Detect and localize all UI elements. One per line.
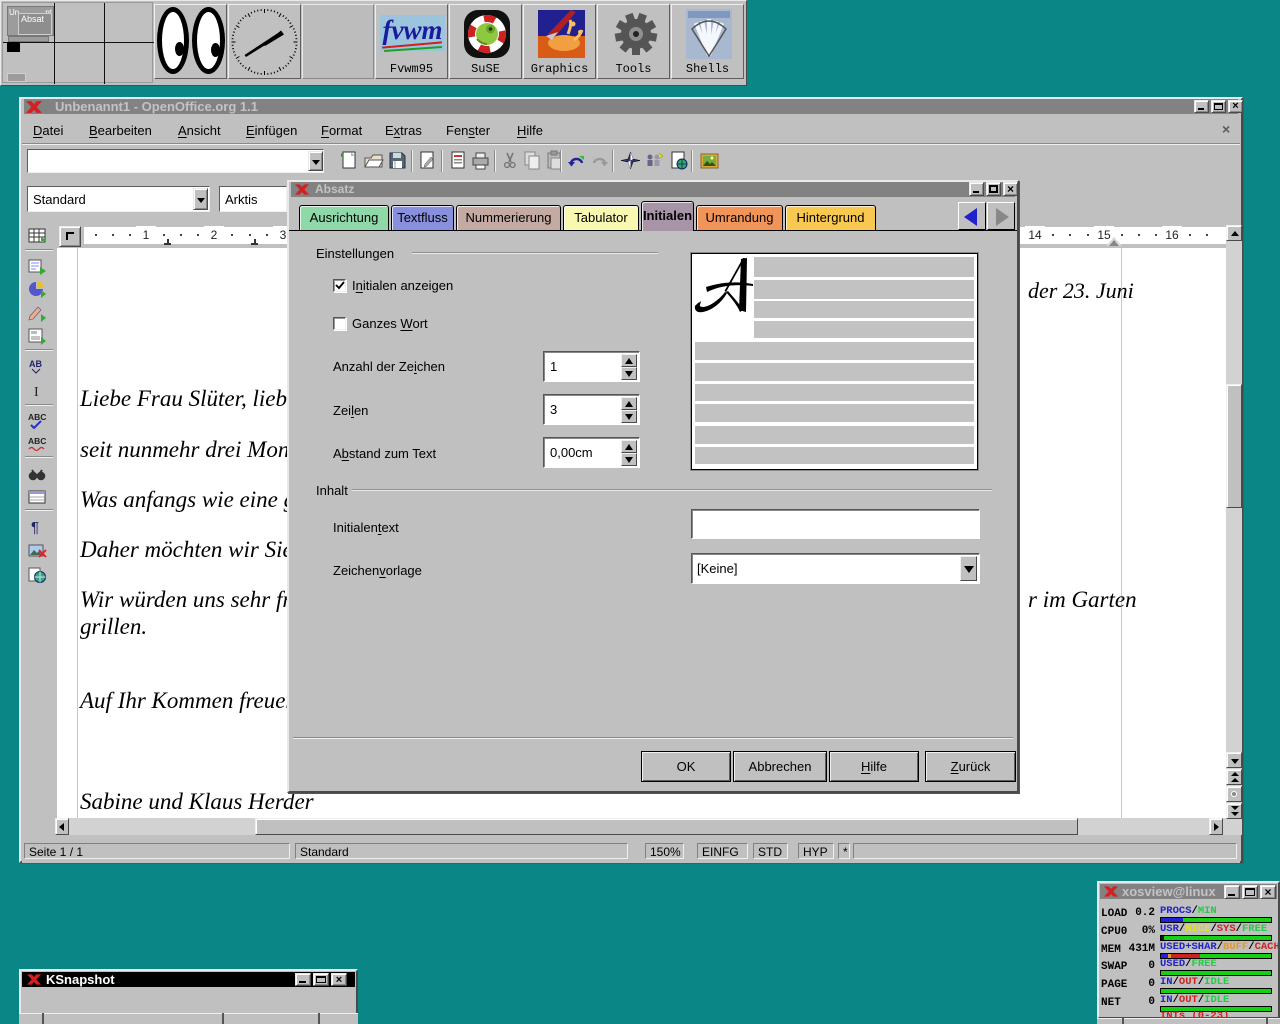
svg-text:AB: AB [29, 359, 42, 369]
svg-text:ABC: ABC [28, 436, 46, 446]
svg-text:I: I [34, 385, 39, 400]
svg-text:¶: ¶ [31, 519, 39, 536]
svg-text:ABC: ABC [28, 412, 46, 422]
